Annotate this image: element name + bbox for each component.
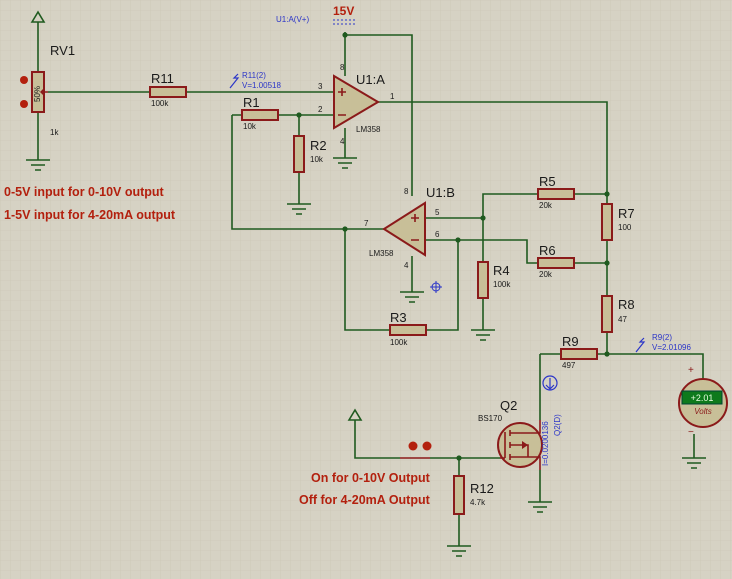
q2-ref: Q2 [500, 398, 517, 413]
r6-ref: R6 [539, 243, 556, 258]
r4-ref: R4 [493, 263, 510, 278]
rv1-ref: RV1 [50, 43, 75, 58]
r12-ref: R12 [470, 481, 494, 496]
r11-probe-value: V=1.00518 [242, 81, 281, 90]
q2-part: BS170 [478, 414, 503, 423]
r9-probe-name: R9(2) [652, 333, 672, 342]
rv1-value: 1k [50, 128, 59, 137]
r3-ref: R3 [390, 310, 407, 325]
switch-on-button[interactable] [408, 441, 418, 451]
note-input-line1: 0-5V input for 0-10V output [4, 185, 165, 199]
u1a-pin-noninv: 3 [318, 82, 323, 91]
r5-value: 20k [539, 201, 553, 210]
r11-value: 100k [151, 99, 169, 108]
q2-probe-name: Q2(D) [553, 414, 562, 436]
r5-ref: R5 [539, 174, 556, 189]
u1b-part: LM358 [369, 249, 394, 258]
voltmeter-plus: + [688, 365, 694, 376]
note-switch-line2: Off for 4-20mA Output [299, 493, 431, 507]
u1a-ref: U1:A [356, 72, 385, 87]
voltmeter-reading: +2.01 [691, 393, 714, 403]
rail-voltage-label: 15V [333, 4, 354, 18]
rv1-wiper-percent: 50% [33, 86, 42, 102]
u1b-pin-inv: 6 [435, 230, 440, 239]
r2-value: 10k [310, 155, 324, 164]
r7-ref: R7 [618, 206, 635, 221]
voltmeter-minus: − [688, 427, 694, 438]
r9-ref: R9 [562, 334, 579, 349]
r6-value: 20k [539, 270, 553, 279]
rail-probe-label: U1:A(V+) [276, 15, 309, 24]
r9-value: 497 [562, 361, 576, 370]
schematic-canvas: 15V U1:A(V+) RV1 1k 50% R11 100k R11(2) … [0, 0, 732, 579]
u1a-pin-gnd: 4 [340, 137, 345, 146]
rv1-decrease-button[interactable] [20, 100, 28, 108]
u1a-pin-inv: 2 [318, 105, 323, 114]
r4-value: 100k [493, 280, 511, 289]
rv1-increase-button[interactable] [20, 76, 28, 84]
note-input-line2: 1-5V input for 4-20mA output [4, 208, 176, 222]
r11-probe-name: R11(2) [242, 71, 266, 80]
r2-ref: R2 [310, 138, 327, 153]
u1b-ref: U1:B [426, 185, 455, 200]
u1a-pin-vcc: 8 [340, 63, 345, 72]
note-switch-line1: On for 0-10V Output [311, 471, 431, 485]
r1-ref: R1 [243, 95, 260, 110]
u1b-pin-vcc: 8 [404, 187, 409, 196]
voltmeter-unit: Volts [694, 407, 712, 416]
q2-probe-value: I=0.0200136 [541, 421, 550, 466]
r8-ref: R8 [618, 297, 635, 312]
u1a-part: LM358 [356, 125, 381, 134]
r11-ref: R11 [151, 71, 174, 86]
r12-value: 4.7k [470, 498, 486, 507]
r7-value: 100 [618, 223, 632, 232]
r1-value: 10k [243, 122, 257, 131]
u1b-pin-noninv: 5 [435, 208, 440, 217]
u1b-pin-out: 7 [364, 219, 369, 228]
switch-off-button[interactable] [422, 441, 432, 451]
r3-value: 100k [390, 338, 408, 347]
r8-value: 47 [618, 315, 627, 324]
r9-probe-value: V=2.01096 [652, 343, 691, 352]
u1b-pin-gnd: 4 [404, 261, 409, 270]
u1a-pin-out: 1 [390, 92, 395, 101]
